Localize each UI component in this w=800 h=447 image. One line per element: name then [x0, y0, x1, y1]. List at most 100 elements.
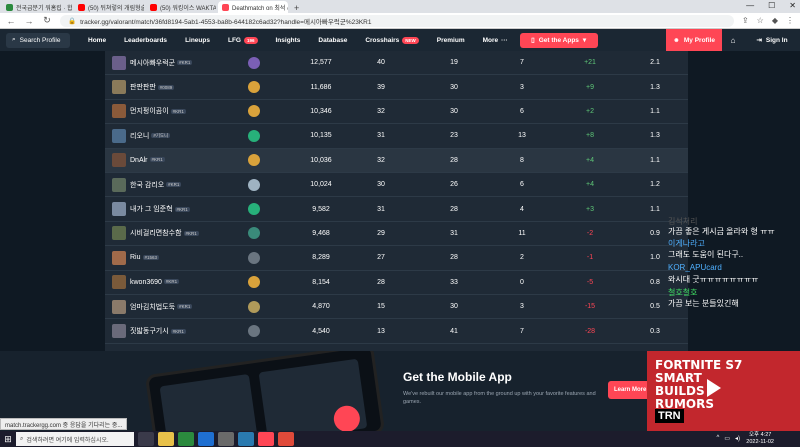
player-name[interactable]: 시비걸리면참수함 #KR1 [130, 228, 199, 238]
reload-icon[interactable]: ↻ [42, 15, 52, 26]
taskbar-clock[interactable]: 오후 4:27 2022-11-02 [746, 432, 774, 446]
agent-avatar [112, 128, 126, 143]
player-tag: #KR1 [170, 109, 186, 115]
app-icon[interactable] [258, 432, 274, 446]
menu-icon[interactable]: ⋮ [786, 16, 794, 25]
player-name[interactable]: 메시아빠우럭군 #KR1 [130, 58, 193, 68]
player-name[interactable]: 짓밟동구기시 #KR1 [130, 326, 186, 336]
deaths-cell: 26 [450, 181, 458, 189]
nav-database[interactable]: Database [318, 37, 347, 44]
nav-lineups[interactable]: Lineups [185, 37, 210, 44]
status-bar-url: match.trackergg.com 중 응답을 기다리는 중... [0, 418, 128, 430]
assists-cell: 7 [520, 59, 524, 67]
kd-diff-cell: +3 [586, 205, 594, 213]
browser-tab[interactable]: (50) 뒤쳐렇의 개림형술 · YouTu× [74, 1, 144, 13]
agent-avatar [112, 275, 126, 290]
kills-cell: 40 [377, 59, 385, 67]
table-row[interactable]: 내가 그 임준혁 #KR1 9,582 31 28 4 +3 1.1 [105, 197, 688, 222]
player-name[interactable]: 내가 그 임준혁 #KR1 [130, 204, 190, 214]
clock-date: 2022-11-02 [746, 439, 774, 445]
deaths-cell: 30 [450, 83, 458, 91]
windows-start-icon[interactable]: ⊞ [0, 431, 16, 447]
table-row[interactable]: 먼지펑이곰이 #KR1 10,346 32 30 6 +2 1.1 [105, 100, 688, 125]
volume-icon[interactable]: ◂) [735, 435, 740, 442]
player-name[interactable]: 판판판판 #0089 [130, 82, 175, 92]
player-name[interactable]: DnAlr #KR1 [130, 157, 165, 164]
player-name[interactable]: 한국 감리오 #KR1 [130, 180, 182, 190]
agent-avatar [112, 226, 126, 241]
learn-more-button[interactable]: Learn More [608, 381, 652, 399]
browser-tab[interactable]: (50) 워킹이스 WAKTAVERSE · Yo× [146, 1, 216, 13]
app-icon[interactable] [238, 432, 254, 446]
player-name[interactable]: 리오니 #기도니 [130, 131, 171, 141]
get-apps-button[interactable]: ▯ Get the Apps ▾ [519, 32, 598, 48]
browser-tab-active[interactable]: Deathmatch on 최석 @ 11/02× [218, 1, 288, 13]
nav-more[interactable]: More ··· [483, 37, 508, 44]
youtube-icon [150, 3, 157, 11]
search-profile-button[interactable]: ⌕ Search Profile [6, 32, 70, 48]
table-row[interactable]: 판판판판 #0089 11,686 39 30 3 +9 1.3 [105, 75, 688, 100]
star-icon[interactable]: ☆ [757, 16, 764, 25]
table-row[interactable]: 엄마김치법도둑 #KR1 4,870 15 30 3 -15 0.5 [105, 295, 688, 320]
table-row[interactable]: 한국 감리오 #KR1 10,024 30 26 6 +4 1.2 [105, 173, 688, 198]
table-row[interactable]: 리오니 #기도니 10,135 31 23 13 +8 1.3 [105, 124, 688, 149]
back-icon[interactable]: ← [6, 16, 16, 26]
sign-in-button[interactable]: ⇥ Sign In [744, 29, 800, 51]
kills-cell: 28 [377, 278, 385, 286]
table-row[interactable]: 시비걸리면참수함 #KR1 9,468 29 31 11 -2 0.9 [105, 222, 688, 247]
task-view-icon[interactable] [138, 432, 154, 446]
play-icon[interactable] [707, 379, 721, 397]
kd-diff-cell: +9 [586, 83, 594, 91]
player-name[interactable]: kwon3690 #KR1 [130, 279, 180, 286]
table-row[interactable]: 메시아빠우럭군 #KR1 12,577 40 19 7 +21 2.1 [105, 51, 688, 76]
url-field[interactable]: 🔒 tracker.gg/valorant/match/36fd8194-5ab1… [60, 14, 734, 27]
nav-lfg[interactable]: LFG 196 [228, 36, 258, 44]
tracker-favicon-icon [222, 3, 229, 11]
close-window-icon[interactable]: ✕ [789, 1, 796, 10]
nav-premium[interactable]: Premium [437, 37, 465, 44]
edge-icon[interactable] [198, 432, 214, 446]
app-icon[interactable] [218, 432, 234, 446]
table-row[interactable]: DnAlr #KR1 10,036 32 28 8 +4 1.1 [105, 148, 688, 173]
gift-icon[interactable]: ⌂ [722, 29, 744, 51]
deaths-cell: 41 [450, 327, 458, 335]
app-icon[interactable] [178, 432, 194, 446]
score-cell: 9,468 [312, 229, 330, 237]
extensions-icon[interactable]: ◆ [772, 16, 778, 25]
nav-home[interactable]: Home [88, 37, 106, 44]
chrome-icon[interactable] [278, 432, 294, 446]
player-name[interactable]: 먼지펑이곰이 #KR1 [130, 106, 186, 116]
url-text: tracker.gg/valorant/match/36fd8194-5ab1-… [80, 18, 372, 26]
table-row[interactable]: kwon3690 #KR1 8,154 28 33 0 -5 0.8 [105, 271, 688, 295]
player-tag: #KR1 [170, 328, 186, 334]
network-icon[interactable]: ▭ [724, 435, 730, 442]
player-name-text: DnAlr [130, 156, 148, 164]
video-ad[interactable]: FORTNITE S7 SMART BUILDS RUMORS TRN [647, 351, 800, 431]
table-row[interactable]: Riu #1563 8,289 27 28 2 -1 1.0 [105, 246, 688, 271]
file-explorer-icon[interactable] [158, 432, 174, 446]
maximize-icon[interactable]: ☐ [768, 1, 775, 10]
my-profile-button[interactable]: ☻ My Profile [666, 29, 722, 51]
rank-icon [248, 178, 260, 191]
new-tab-icon[interactable]: + [294, 3, 299, 13]
player-name[interactable]: Riu #1563 [130, 254, 160, 261]
player-name-text: 먼지펑이곰이 [130, 108, 169, 116]
sign-in-icon: ⇥ [756, 37, 762, 44]
kills-cell: 13 [377, 327, 385, 335]
player-name[interactable]: 엄마김치법도둑 #KR1 [130, 302, 193, 312]
nav-leaderboards[interactable]: Leaderboards [124, 37, 167, 44]
nav-insights[interactable]: Insights [276, 37, 301, 44]
score-cell: 4,870 [312, 303, 330, 311]
share-icon[interactable]: ⇪ [742, 16, 749, 25]
browser-tab[interactable]: 전국급분기 워홈립 · 합법 기× [2, 1, 72, 13]
kd-ratio-cell: 1.1 [650, 107, 660, 115]
table-row[interactable]: 짓밟동구기시 #KR1 4,540 13 41 7 -28 0.3 [105, 319, 688, 344]
forward-icon[interactable]: → [24, 16, 34, 26]
phone-screenshot-image [144, 351, 386, 431]
nav-crosshairs[interactable]: Crosshairs NEW [365, 36, 419, 44]
taskbar-search-input[interactable]: ⌕ 검색하려면 여기에 입력하십시오. [16, 432, 134, 446]
minimize-icon[interactable]: — [746, 1, 754, 10]
nav-crosshairs-label: Crosshairs [365, 36, 400, 44]
chevron-up-icon[interactable]: ^ [716, 435, 719, 442]
kills-cell: 27 [377, 254, 385, 262]
